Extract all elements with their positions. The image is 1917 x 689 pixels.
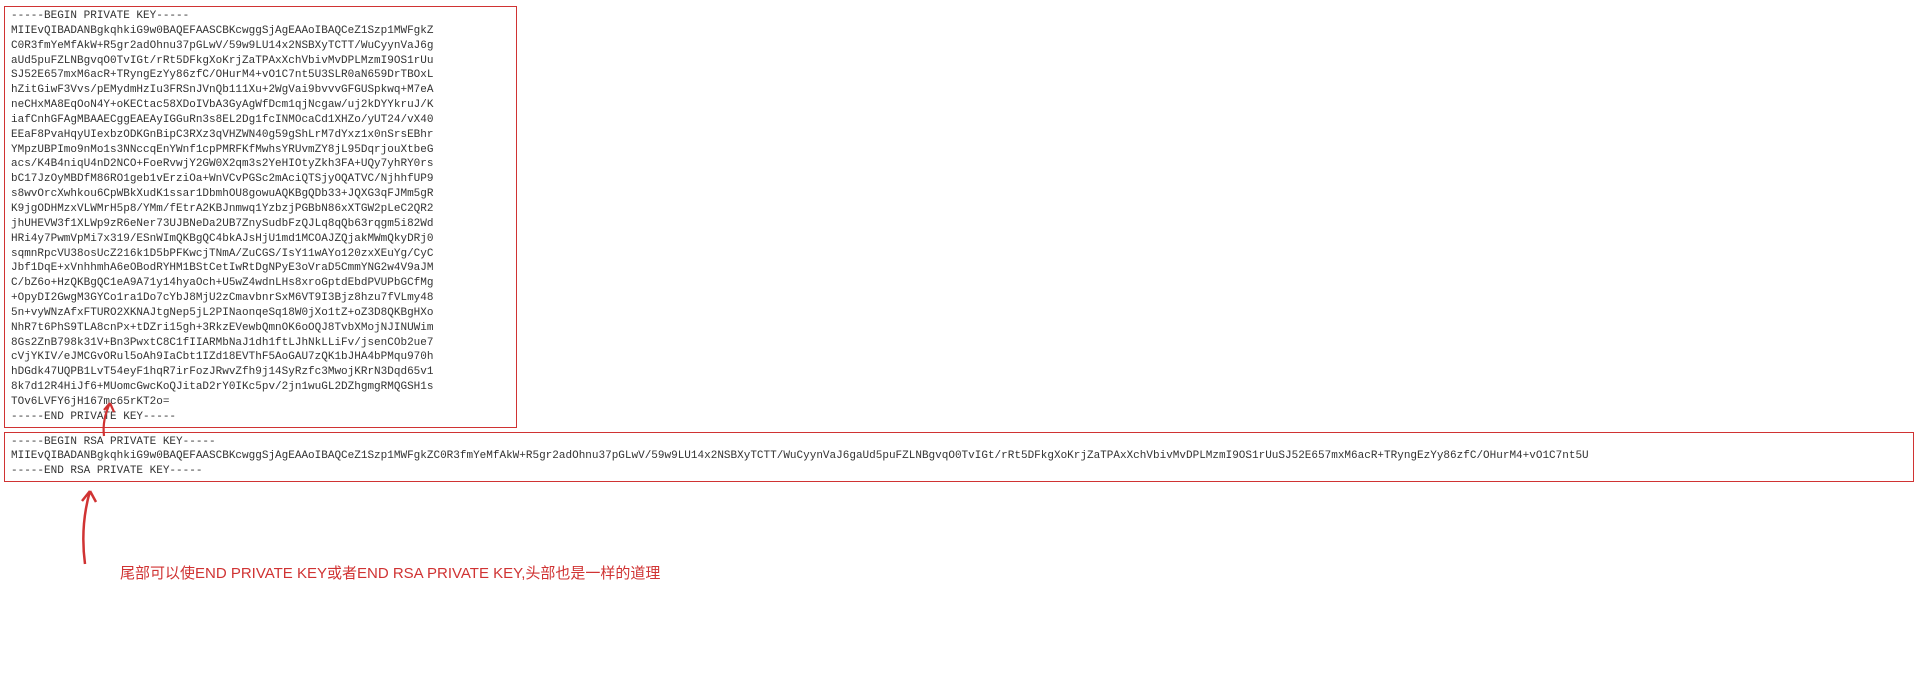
arrow-annotation-icon xyxy=(70,486,120,566)
pem-body: MIIEvQIBADANBgkqhkiG9w0BAQEFAASCBKcwggSj… xyxy=(11,25,433,408)
rsa-pem-body: MIIEvQIBADANBgkqhkiG9w0BAQEFAASCBKcwggSj… xyxy=(11,450,1589,462)
pem-end-marker: -----END PRIVATE KEY----- xyxy=(11,411,176,423)
pem-begin-marker: -----BEGIN PRIVATE KEY----- xyxy=(11,10,189,22)
rsa-pem-end-marker: -----END RSA PRIVATE KEY----- xyxy=(11,465,202,477)
annotation-text: 尾部可以使END PRIVATE KEY或者END RSA PRIVATE KE… xyxy=(120,562,660,583)
private-key-block-pem: -----BEGIN PRIVATE KEY----- MIIEvQIBADAN… xyxy=(4,6,517,428)
rsa-pem-begin-marker: -----BEGIN RSA PRIVATE KEY----- xyxy=(11,436,216,448)
rsa-private-key-block-pem: -----BEGIN RSA PRIVATE KEY----- MIIEvQIB… xyxy=(4,432,1914,483)
